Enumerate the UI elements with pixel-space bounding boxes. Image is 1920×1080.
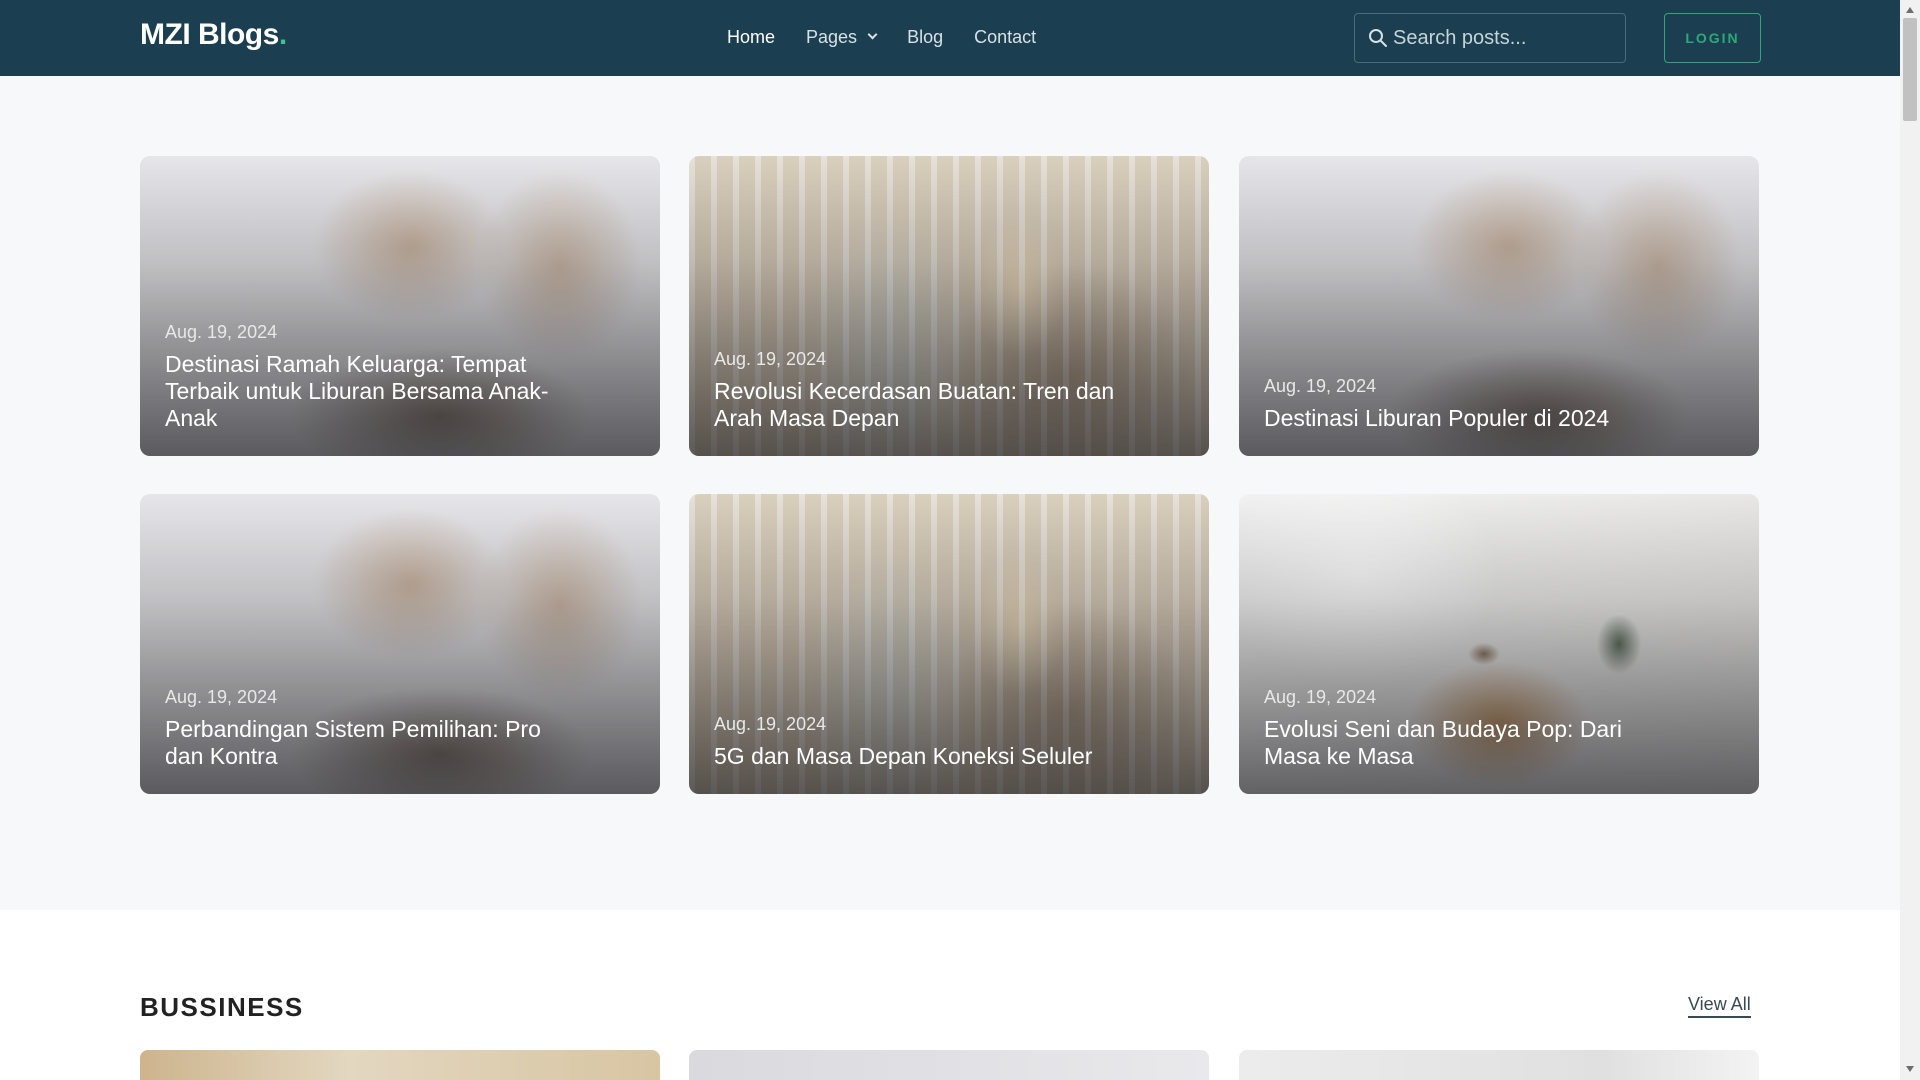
post-date: Aug. 19, 2024 xyxy=(165,687,278,707)
business-section: BUSSINESS View All xyxy=(0,910,1900,1080)
post-title[interactable]: Perbandingan Sistem Pemilihan: Pro dan K… xyxy=(165,716,580,770)
post-title[interactable]: Revolusi Kecerdasan Buatan: Tren dan Ara… xyxy=(714,378,1129,432)
nav-contact[interactable]: Contact xyxy=(974,27,1036,48)
featured-posts: Aug. 19, 2024 Destinasi Ramah Keluarga: … xyxy=(0,76,1900,910)
scroll-thumb[interactable] xyxy=(1903,18,1917,121)
search-input[interactable] xyxy=(1393,14,1619,62)
nav-blog[interactable]: Blog xyxy=(907,27,943,48)
post-card-body: Aug. 19, 2024 Perbandingan Sistem Pemili… xyxy=(165,687,580,770)
post-card-body: Aug. 19, 2024 Evolusi Seni dan Budaya Po… xyxy=(1264,687,1679,770)
post-card[interactable]: Aug. 19, 2024 Destinasi Liburan Populer … xyxy=(1239,156,1759,456)
brand-logo[interactable]: MZI Blogs. xyxy=(140,18,287,52)
brand-dot: . xyxy=(278,18,287,51)
search-box xyxy=(1354,13,1626,63)
view-all-link[interactable]: View All xyxy=(1688,994,1751,1018)
navbar: MZI Blogs. Home Pages Blog Contact LOGIN xyxy=(0,0,1900,76)
search-icon xyxy=(1369,29,1387,47)
post-date: Aug. 19, 2024 xyxy=(714,349,827,369)
post-card[interactable]: Aug. 19, 2024 5G dan Masa Depan Koneksi … xyxy=(689,494,1209,794)
brand-name: MZI Blogs xyxy=(140,18,279,51)
post-card[interactable]: Aug. 19, 2024 Destinasi Ramah Keluarga: … xyxy=(140,156,660,456)
main-nav: Home Pages Blog Contact xyxy=(727,27,1067,48)
nav-pages-label: Pages xyxy=(806,27,858,47)
post-date: Aug. 19, 2024 xyxy=(714,714,827,734)
post-title[interactable]: Destinasi Liburan Populer di 2024 xyxy=(1264,405,1679,432)
login-button[interactable]: LOGIN xyxy=(1664,13,1761,63)
post-card-body: Aug. 19, 2024 5G dan Masa Depan Koneksi … xyxy=(714,714,1129,770)
post-title[interactable]: 5G dan Masa Depan Koneksi Seluler xyxy=(714,743,1129,770)
post-card[interactable]: Aug. 19, 2024 Perbandingan Sistem Pemili… xyxy=(140,494,660,794)
business-post-card[interactable] xyxy=(1239,1050,1759,1080)
nav-home[interactable]: Home xyxy=(727,27,775,48)
post-card-body: Aug. 19, 2024 Destinasi Liburan Populer … xyxy=(1264,376,1679,432)
post-card[interactable]: Aug. 19, 2024 Revolusi Kecerdasan Buatan… xyxy=(689,156,1209,456)
chevron-down-icon xyxy=(867,29,878,40)
post-date: Aug. 19, 2024 xyxy=(165,322,278,342)
scroll-up-arrow-icon[interactable] xyxy=(1906,7,1914,13)
post-card-body: Aug. 19, 2024 Destinasi Ramah Keluarga: … xyxy=(165,322,580,432)
post-card[interactable]: Aug. 19, 2024 Evolusi Seni dan Budaya Po… xyxy=(1239,494,1759,794)
post-card-body: Aug. 19, 2024 Revolusi Kecerdasan Buatan… xyxy=(714,349,1129,432)
post-date: Aug. 19, 2024 xyxy=(1264,687,1377,707)
nav-pages[interactable]: Pages xyxy=(806,27,878,48)
business-post-card[interactable] xyxy=(140,1050,660,1080)
business-post-card[interactable] xyxy=(689,1050,1209,1080)
post-title[interactable]: Destinasi Ramah Keluarga: Tempat Terbaik… xyxy=(165,351,580,432)
page-scrollbar[interactable] xyxy=(1900,0,1920,1080)
post-date: Aug. 19, 2024 xyxy=(1264,376,1377,396)
section-title: BUSSINESS xyxy=(140,992,304,1022)
scroll-down-arrow-icon[interactable] xyxy=(1906,1066,1914,1072)
post-title[interactable]: Evolusi Seni dan Budaya Pop: Dari Masa k… xyxy=(1264,716,1679,770)
